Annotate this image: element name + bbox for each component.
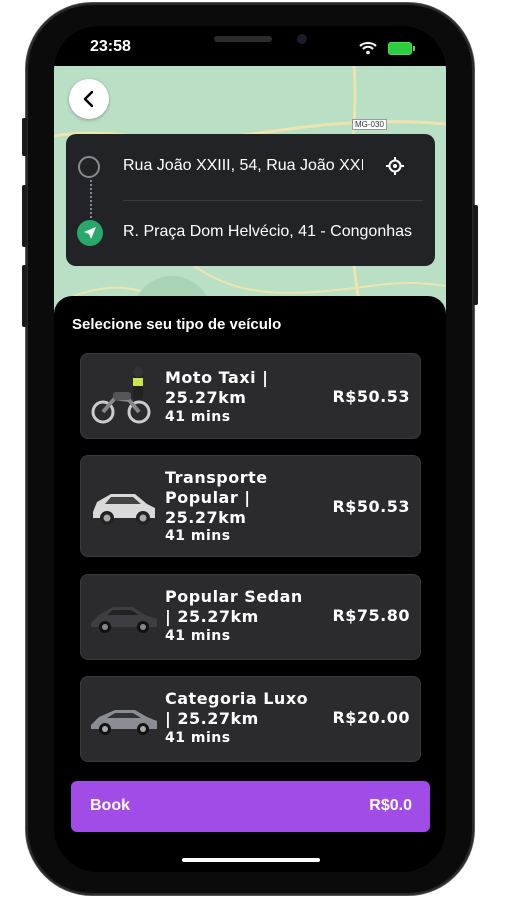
book-label: Book: [90, 797, 130, 814]
vehicle-name: Categoria Luxo | 25.27km: [165, 689, 309, 728]
vehicle-eta: 41 mins: [165, 628, 231, 644]
wifi-icon: [359, 42, 377, 55]
vehicle-name: Popular Sedan | 25.27km: [165, 587, 303, 626]
origin-row[interactable]: Rua João XXIII, 54, Rua João XXIII: [66, 134, 435, 200]
vehicle-eta: 41 mins: [165, 409, 231, 425]
vehicle-eta: 41 mins: [165, 730, 231, 746]
destination-address[interactable]: R. Praça Dom Helvécio, 41 - Congonhas: [123, 223, 415, 241]
map-road-label: MG-030: [352, 119, 387, 130]
luxury-car-icon: [91, 710, 157, 735]
vehicle-name: Moto Taxi | 25.27km: [165, 368, 269, 407]
origin-pin-icon: [78, 156, 100, 178]
vehicle-price: R$20.00: [332, 708, 410, 727]
speaker: [214, 36, 272, 42]
vehicle-option-moto-taxi[interactable]: Moto Taxi | 25.27km 41 mins R$50.53: [80, 353, 421, 439]
book-price: R$0.0: [369, 797, 412, 814]
vehicle-eta: 41 mins: [165, 528, 231, 544]
sheet-title: Selecione seu tipo de veículo: [72, 316, 282, 333]
navigation-arrow-icon: [77, 220, 103, 246]
back-button[interactable]: [69, 79, 109, 119]
chevron-left-icon: [83, 90, 94, 108]
vehicle-price: R$50.53: [332, 387, 410, 406]
motorcycle-icon: [91, 367, 151, 424]
mute-switch: [22, 118, 27, 156]
vehicle-price: R$50.53: [332, 497, 410, 516]
screen: MG-030 040 23:58 Rua João XXIII, 54, Rua…: [54, 26, 446, 872]
camera: [297, 34, 307, 44]
volume-down-button: [22, 265, 27, 327]
volume-up-button: [22, 185, 27, 247]
power-button: [473, 205, 478, 305]
current-location-icon[interactable]: [385, 156, 405, 176]
book-button[interactable]: Book R$0.0: [71, 781, 430, 832]
status-time: 23:58: [90, 38, 131, 55]
vehicle-option-categoria-luxo[interactable]: Categoria Luxo | 25.27km 41 mins R$20.00: [80, 676, 421, 762]
route-card: Rua João XXIII, 54, Rua João XXIII R. Pr…: [66, 134, 435, 266]
vehicle-option-transporte-popular[interactable]: Transporte Popular | 25.27km 41 mins R$5…: [80, 455, 421, 557]
hatchback-car-icon: [93, 494, 155, 525]
destination-row[interactable]: R. Praça Dom Helvécio, 41 - Congonhas: [66, 200, 435, 266]
home-indicator[interactable]: [182, 858, 320, 862]
vehicle-price: R$75.80: [332, 606, 410, 625]
origin-address[interactable]: Rua João XXIII, 54, Rua João XXIII: [123, 157, 363, 175]
sedan-car-icon: [91, 607, 157, 633]
vehicle-option-popular-sedan[interactable]: Popular Sedan | 25.27km 41 mins R$75.80: [80, 574, 421, 660]
battery-icon: [388, 42, 415, 55]
vehicle-name: Transporte Popular | 25.27km: [165, 468, 268, 527]
notch: [164, 26, 336, 62]
